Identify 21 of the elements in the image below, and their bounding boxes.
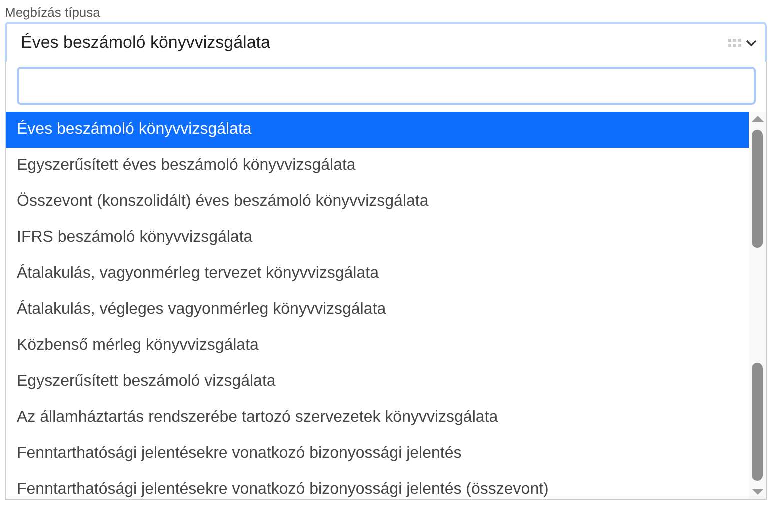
field-label: Megbízás típusa (5, 4, 102, 22)
option-item[interactable]: Közbenső mérleg könyvvizsgálata (6, 328, 749, 364)
scroll-thumb[interactable] (752, 130, 763, 248)
type-select[interactable]: Éves beszámoló könyvvizsgálata (5, 22, 767, 62)
option-item[interactable]: Éves beszámoló könyvvizsgálata (6, 112, 749, 148)
scroll-thumb[interactable] (752, 363, 763, 481)
grid-icon (728, 39, 742, 47)
option-item[interactable]: IFRS beszámoló könyvvizsgálata (6, 220, 749, 256)
option-item[interactable]: Egyszerűsített beszámoló vizsgálata (6, 364, 749, 400)
chevron-down-icon (746, 40, 757, 46)
option-item[interactable]: Átalakulás, vagyonmérleg tervezet könyvvizsgálata (6, 256, 749, 292)
option-item[interactable]: Fenntarthatósági jelentésekre vonatkozó bizonyossági jelentés (összevont) (6, 472, 749, 499)
scrollbar[interactable] (749, 112, 766, 499)
search-field[interactable] (17, 67, 756, 105)
option-item[interactable]: Összevont (konszolidált) éves beszámoló könyvvizsgálata (6, 184, 749, 220)
option-item[interactable]: Az államháztartás rendszerébe tartozó szervezetek könyvvizsgálata (6, 400, 749, 436)
option-item[interactable]: Átalakulás, végleges vagyonmérleg könyvvizsgálata (6, 292, 749, 328)
option-item[interactable]: Egyszerűsített éves beszámoló könyvvizsgálata (6, 148, 749, 184)
scroll-up-icon[interactable] (752, 116, 764, 122)
scroll-down-icon[interactable] (752, 489, 764, 495)
option-item[interactable]: Fenntarthatósági jelentésekre vonatkozó bizonyossági jelentés (6, 436, 749, 472)
